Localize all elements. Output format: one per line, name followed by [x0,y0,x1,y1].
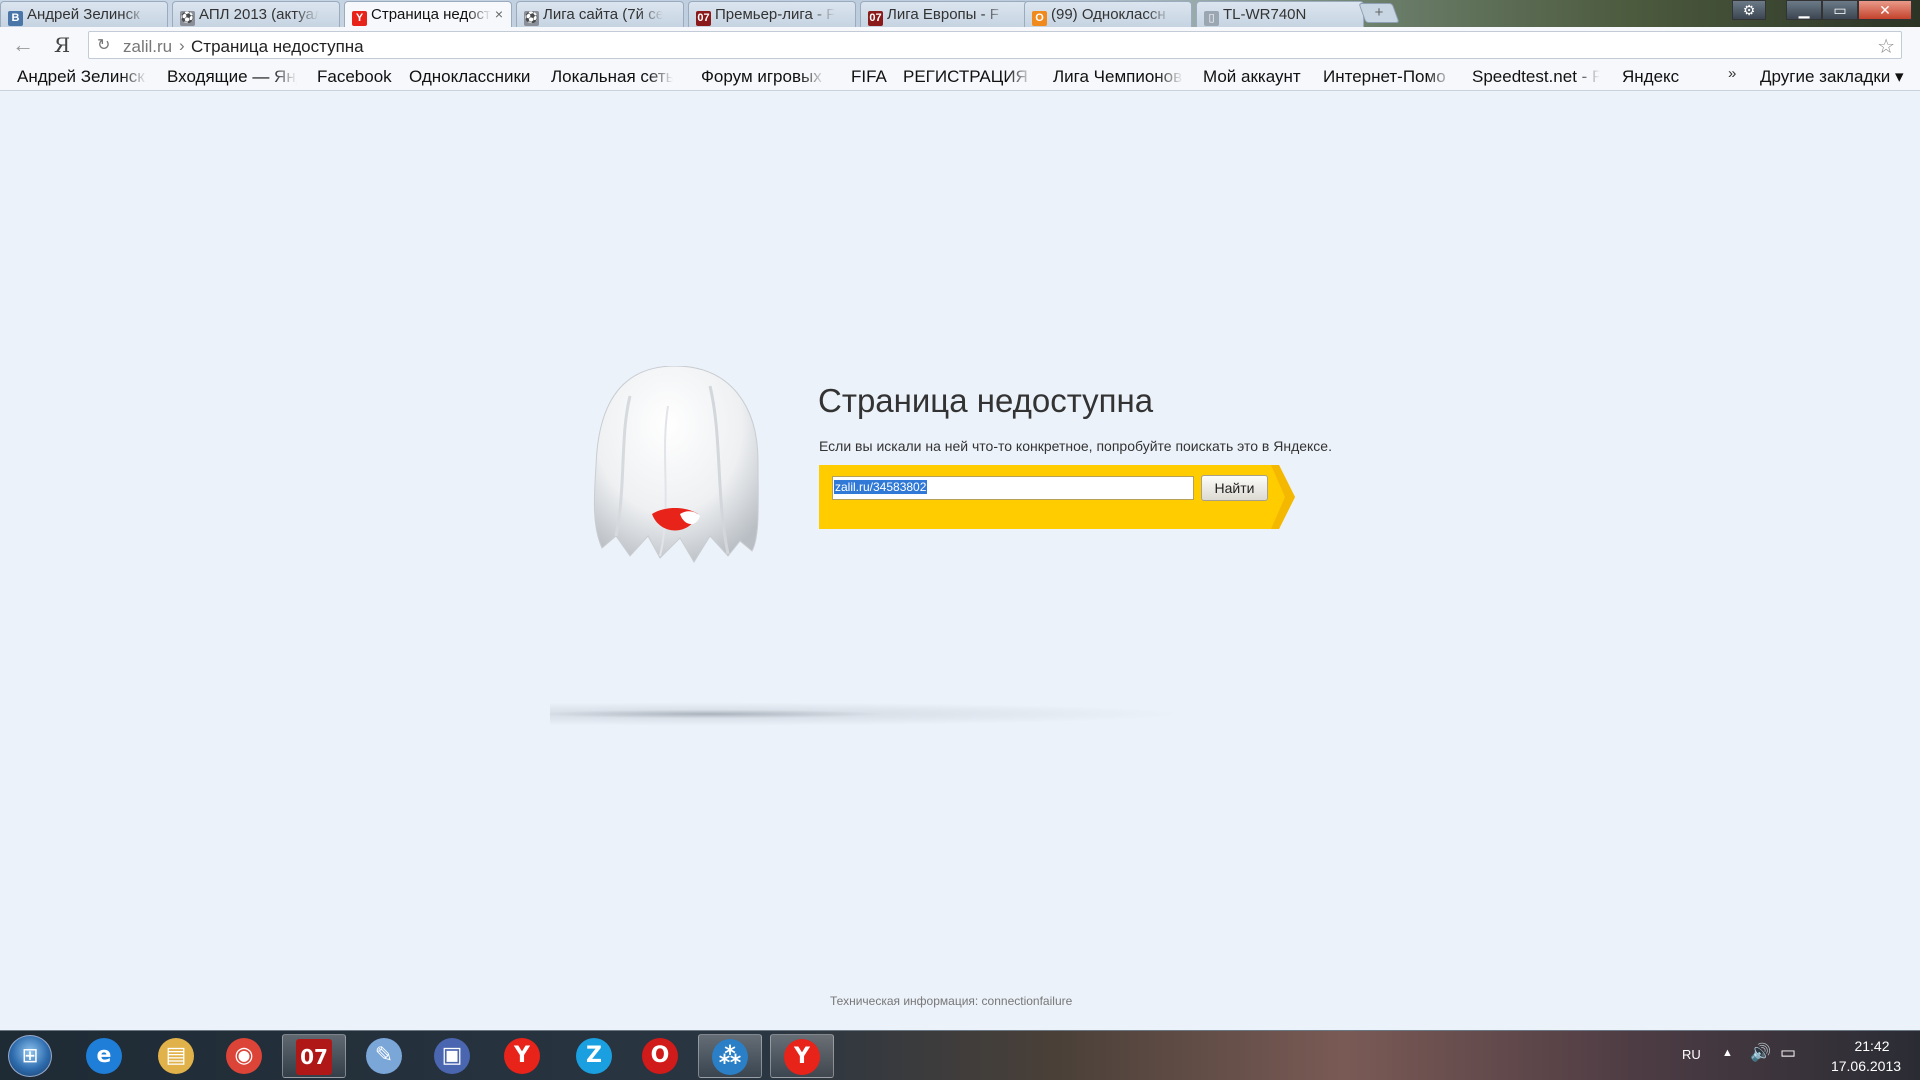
page-content [0,92,1920,1030]
network-icon[interactable]: ▭ [1780,1043,1796,1063]
language-indicator[interactable]: RU [1682,1047,1701,1062]
bookmarks-bar: Андрей Зелинск Входящие — Янд Facebook О… [0,63,1920,91]
clock-date[interactable]: 17.06.2013 [1820,1058,1912,1074]
tab-title: Лига сайта (7й се [543,6,663,23]
start-button[interactable]: ⊞ [8,1035,52,1077]
taskbar-button[interactable]: Y [770,1034,834,1078]
tab-title: Лига Европы - F [887,6,999,23]
search-input[interactable]: zalil.ru/34583802 [832,476,1194,500]
bookmark-item[interactable]: FIFA [851,67,887,87]
url-host[interactable]: zalil.ru [123,37,172,57]
bookmark-item[interactable]: Facebook [317,67,392,87]
opera-icon: O [642,1038,678,1074]
tab-7[interactable]: ▯ TL-WR740N [1196,1,1364,27]
tab-5[interactable]: 07 Лига Европы - F [860,1,1028,27]
league-icon: ⚽ [180,11,195,26]
volume-icon[interactable]: 🔊 [1750,1043,1771,1063]
close-window-button[interactable]: ✕ [1858,0,1912,20]
browser-toolbar: ← Я ↻ zalil.ru › Страница недоступна ☆ [0,27,1920,63]
yandex-button[interactable]: Я [54,33,70,57]
yandex-browser-icon: Y [784,1039,820,1075]
new-tab-button[interactable]: + [1358,3,1400,23]
tab-title: Премьер-лига - F [715,6,835,23]
chrome-icon: ◉ [226,1038,262,1074]
bookmark-item[interactable]: Одноклассники [409,67,530,87]
taskbar-button[interactable]: ▣ [420,1034,484,1078]
windows-logo-icon: ⊞ [21,1045,39,1067]
window-controls: ⚙ ▁ ▭ ✕ [1732,0,1912,22]
taskbar-button[interactable]: ✎ [352,1034,416,1078]
other-bookmarks-button[interactable]: Другие закладки ▾ [1760,67,1904,87]
tab-3[interactable]: ⚽ Лига сайта (7й се [516,1,684,27]
explorer-icon: ▤ [158,1038,194,1074]
tab-1[interactable]: ⚽ АПЛ 2013 (актуал [172,1,340,27]
tab-title: TL-WR740N [1223,6,1307,23]
tab-title: (99) Одноклассн [1051,6,1166,23]
taskbar-button[interactable]: ◉ [212,1034,276,1078]
bookmark-item[interactable]: РЕГИСТРАЦИЯ ( [903,67,1033,87]
bookmark-item[interactable]: Яндекс [1622,67,1679,87]
vk-icon: В [8,11,23,26]
taskbar: ⊞ e ▤ ◉ 07 ✎ ▣ Y Z O ⁂ Y RU ▲ 🔊 ▭ 21:42 17.06.2013 [0,1030,1920,1080]
taskbar-button[interactable]: ⁂ [698,1034,762,1078]
star-icon[interactable]: ☆ [1877,34,1895,59]
url-separator: › [179,36,185,55]
taskbar-button[interactable]: Y [490,1034,554,1078]
football-site-icon: 07 [868,11,883,26]
tab-title: АПЛ 2013 (актуал [199,6,319,23]
search-button[interactable]: Найти [1201,475,1268,501]
bookmark-item[interactable]: Форум игровых [701,67,825,87]
zona-icon: Z [576,1038,612,1074]
taskbar-button[interactable]: e [72,1034,136,1078]
page-icon: ▯ [1204,11,1219,26]
back-arrow-icon[interactable]: ← [12,32,34,58]
tab-0[interactable]: В Андрей Зелинск [0,1,168,27]
bookmark-item[interactable]: Лига Чемпионов [1053,67,1183,87]
tab-title: Андрей Зелинск [27,6,140,23]
taskbar-button[interactable]: ▤ [144,1034,208,1078]
reload-icon[interactable]: ↻ [97,35,110,55]
ghost-illustration [593,366,759,563]
close-tab-icon[interactable]: × [495,6,503,22]
tab-strip: В Андрей Зелинск ⚽ АПЛ 2013 (актуал Y Страниц… [0,0,1920,27]
address-bar[interactable]: ↻ zalil.ru › Страница недоступна ☆ [88,31,1902,59]
taskbar-button[interactable]: Z [562,1034,626,1078]
bookmark-item[interactable]: Входящие — Янд [167,67,297,87]
floor-shadow [550,700,1270,728]
ie-icon: e [86,1038,122,1074]
tab-title: Страница недост [371,6,491,23]
paint-icon: ✎ [366,1038,402,1074]
bookmark-item[interactable]: Локальная сеть [551,67,673,87]
taskbar-button[interactable]: 07 [282,1034,346,1078]
yandex-browser-icon: Y [504,1038,540,1074]
error-description: Если вы искали на ней что-то конкретное,… [819,438,1332,454]
clock-time[interactable]: 21:42 [1836,1038,1908,1054]
minimize-button[interactable]: ▁ [1786,0,1822,20]
football-site-icon: 07 [696,11,711,26]
bookmark-item[interactable]: Андрей Зелинск [17,67,147,87]
league-icon: ⚽ [524,11,539,26]
error-title: Страница недоступна [818,382,1154,419]
bookmark-item[interactable]: Speedtest.net - F [1472,67,1600,87]
bookmarks-overflow-button[interactable]: » [1728,65,1736,82]
technical-info: Техническая информация: connectionfailur… [830,994,1073,1008]
tab-4[interactable]: 07 Премьер-лига - F [688,1,856,27]
app-07-icon: 07 [296,1039,332,1075]
url-page-title[interactable]: Страница недоступна [191,37,364,57]
maximize-button[interactable]: ▭ [1822,0,1858,20]
bookmark-item[interactable]: Мой аккаунт [1203,67,1301,87]
tab-6[interactable]: О (99) Одноклассн [1024,1,1192,27]
network-app-icon: ▣ [434,1038,470,1074]
odnoklassniki-icon: О [1032,11,1047,26]
yandex-icon: Y [352,11,367,26]
taskbar-button[interactable]: O [628,1034,692,1078]
tab-2[interactable]: Y Страница недост × [344,1,512,27]
bookmark-item[interactable]: Интернет-Помо [1323,67,1453,87]
show-hidden-icons-arrow-icon[interactable]: ▲ [1722,1047,1733,1059]
utorrent-icon: ⁂ [712,1039,748,1075]
gear-icon[interactable]: ⚙ [1732,0,1766,20]
